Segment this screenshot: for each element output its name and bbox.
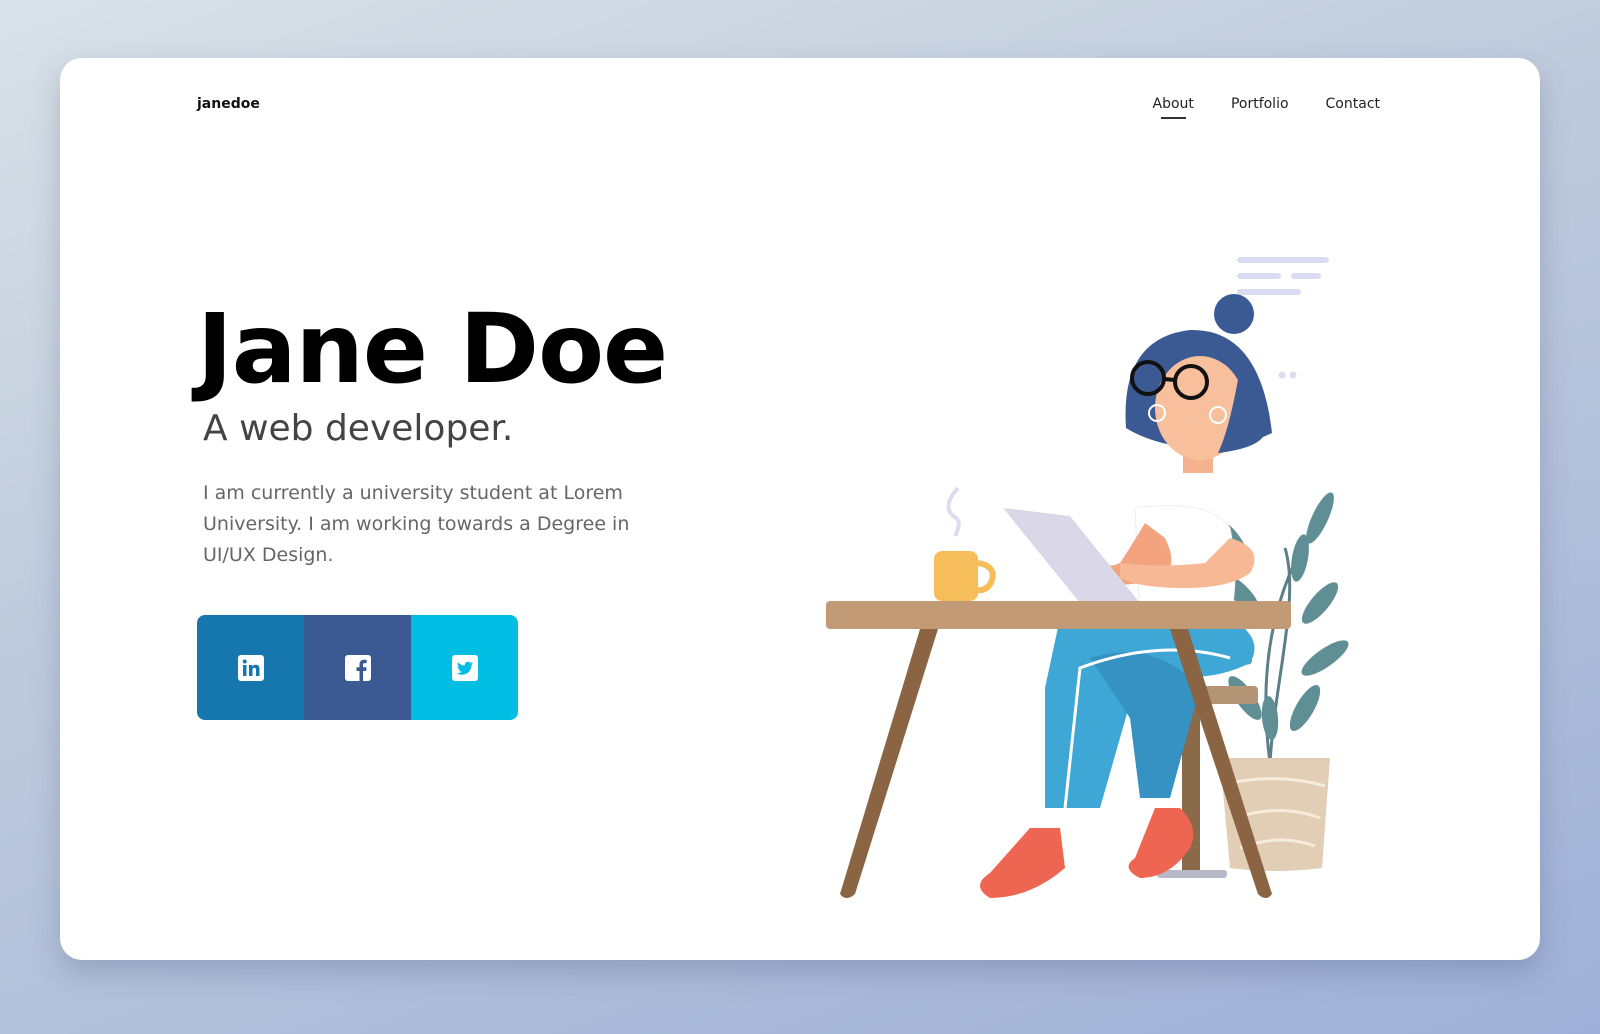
facebook-button[interactable] xyxy=(304,615,411,720)
site-logo[interactable]: janedoe xyxy=(197,96,260,112)
nav-about[interactable]: About xyxy=(1153,96,1194,119)
hero-title: Jane Doe xyxy=(197,293,668,405)
social-links xyxy=(197,615,518,720)
nav-contact[interactable]: Contact xyxy=(1326,96,1380,112)
facebook-icon xyxy=(344,654,371,681)
twitter-icon xyxy=(451,654,478,681)
coffee-mug xyxy=(934,486,996,601)
person-head xyxy=(1125,294,1272,460)
nav-portfolio[interactable]: Portfolio xyxy=(1231,96,1289,112)
paper xyxy=(1003,508,1140,603)
hero-subtitle: A web developer. xyxy=(203,408,514,449)
linkedin-button[interactable] xyxy=(197,615,304,720)
developer-illustration xyxy=(826,257,1349,898)
hero-bio: I am currently a university student at L… xyxy=(203,482,630,566)
twitter-button[interactable] xyxy=(411,615,518,720)
page-card: janedoe About Portfolio Contact Jane Doe… xyxy=(60,58,1540,960)
linkedin-icon xyxy=(237,654,264,681)
main-nav: About Portfolio Contact xyxy=(1153,96,1380,119)
